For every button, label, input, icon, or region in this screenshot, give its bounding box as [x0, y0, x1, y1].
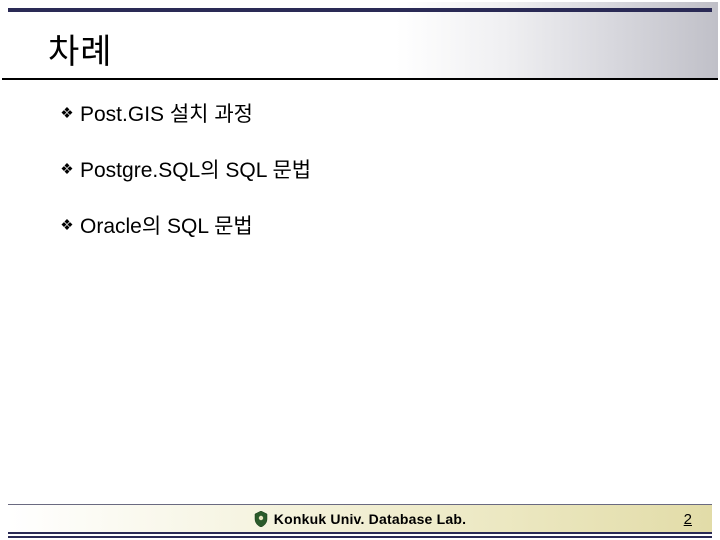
- page-number: 2: [684, 511, 692, 528]
- footer-border-band: [8, 532, 712, 538]
- diamond-bullet-icon: ❖: [58, 162, 76, 177]
- diamond-bullet-icon: ❖: [58, 218, 76, 233]
- page-title: 차례: [48, 24, 113, 73]
- list-item: ❖ Post.GIS 설치 과정: [58, 98, 680, 128]
- title-underline: [2, 78, 718, 80]
- list-item: ❖ Oracle의 SQL 문법: [58, 210, 680, 240]
- bullet-text: Postgre.SQL의 SQL 문법: [80, 154, 311, 184]
- diamond-bullet-icon: ❖: [58, 106, 76, 121]
- content-area: ❖ Post.GIS 설치 과정 ❖ Postgre.SQL의 SQL 문법 ❖…: [58, 98, 680, 266]
- footer-center: Konkuk Univ. Database Lab.: [254, 511, 466, 527]
- footer-text: Konkuk Univ. Database Lab.: [274, 511, 466, 527]
- bullet-text: Oracle의 SQL 문법: [80, 210, 253, 240]
- top-border-band: [8, 8, 712, 12]
- list-item: ❖ Postgre.SQL의 SQL 문법: [58, 154, 680, 184]
- konkuk-crest-icon: [254, 511, 268, 527]
- footer-bar: Konkuk Univ. Database Lab.: [8, 504, 712, 532]
- bullet-text: Post.GIS 설치 과정: [80, 98, 253, 128]
